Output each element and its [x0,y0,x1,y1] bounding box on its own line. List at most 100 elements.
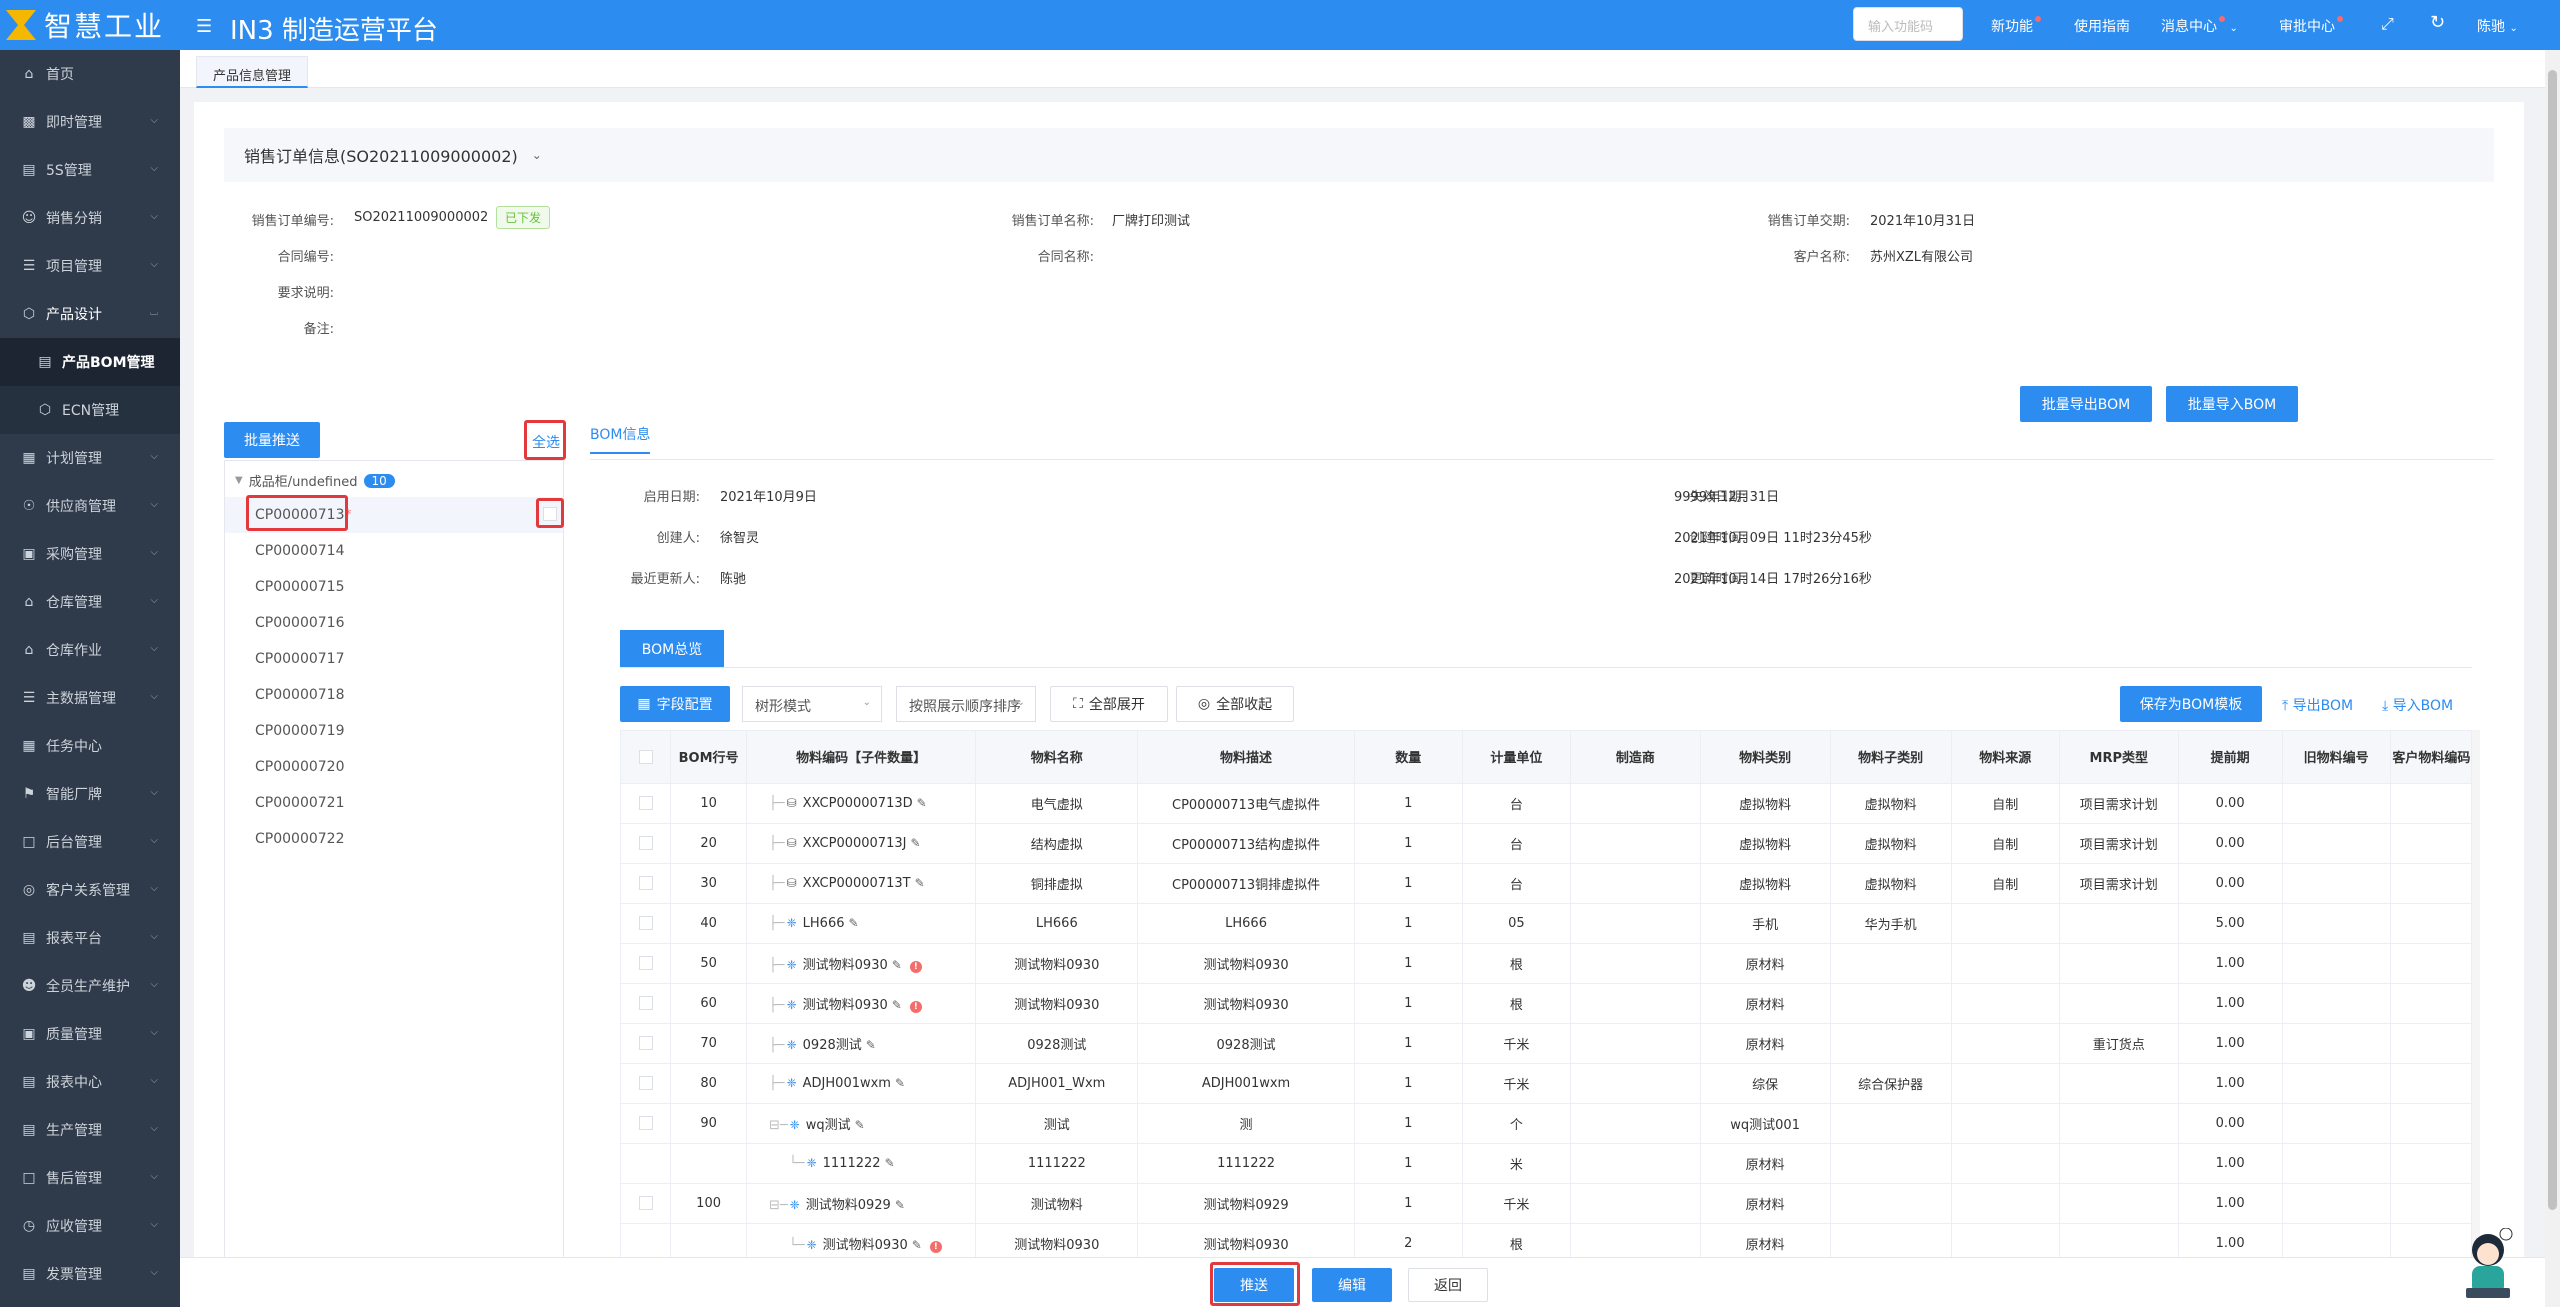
sidebar-item-sales[interactable]: ☺ 销售分销 ⌵ [0,194,180,242]
tree-item[interactable]: CP00000717 [255,651,344,667]
edit-icon[interactable]: ✎ [892,958,902,972]
logo[interactable]: 智慧工业 [0,0,180,50]
collapse-all-button[interactable]: ◎ 全部收起 [1176,686,1294,722]
tree-item[interactable]: CP00000719 [255,723,344,739]
approval-center-link[interactable]: 审批中心 [2279,16,2343,36]
sidebar-item-project[interactable]: ☰ 项目管理 ⌵ [0,242,180,290]
export-bom-link[interactable]: ⤒ 导出BOM [2282,695,2353,715]
tree-item[interactable]: CP00000721 [255,795,344,811]
menu-toggle-icon[interactable]: ☰ [196,16,212,37]
sidebar-item-purchase[interactable]: ▣ 采购管理 ⌵ [0,530,180,578]
collapse-toggle-icon[interactable]: ⊟─ [769,1118,788,1133]
row-checkbox[interactable] [638,996,653,1010]
tree-item[interactable]: CP00000715 [255,579,344,595]
row-checkbox[interactable] [638,836,653,850]
table-row[interactable]: └─ ❈ 测试物料0930 ✎! 测试物料0930 测试物料0930 2 根原材料 1.00 [621,1223,2471,1259]
header-checkbox[interactable] [638,749,653,764]
save-bom-template-button[interactable]: 保存为BOM模板 [2120,686,2262,722]
table-scrollbar[interactable] [2472,730,2480,1260]
edit-icon[interactable]: ✎ [849,916,859,930]
sidebar-item-warehouse-ops[interactable]: ⌂ 仓库作业 ⌵ [0,626,180,674]
function-code-input[interactable]: 输入功能码 [1853,7,1963,41]
edit-icon[interactable]: ✎ [895,1076,905,1090]
tree-item[interactable]: CP00000714 [255,543,344,559]
back-button[interactable]: 返回 [1408,1268,1488,1302]
tree-item[interactable]: CP00000718 [255,687,344,703]
sidebar-item-ecn[interactable]: ⬡ ECN管理 [0,386,180,434]
tree-item[interactable]: CP00000720 [255,759,344,775]
sidebar-item-home[interactable]: ⌂ 首页 [0,50,180,98]
field-config-button[interactable]: ▦ 字段配置 [620,686,730,722]
row-checkbox[interactable] [638,1116,653,1130]
sidebar-item-product-design[interactable]: ⬡ 产品设计 ⌴ [0,290,180,338]
sidebar-item-after-sales[interactable]: □ 售后管理 ⌵ [0,1154,180,1202]
sidebar-item-report-platform[interactable]: ▤ 报表平台 ⌵ [0,914,180,962]
page-scrollbar[interactable] [2545,50,2560,1307]
collapse-toggle-icon[interactable]: ⊟─ [769,1198,788,1213]
table-row[interactable]: 80 ├─ ❈ ADJH001wxm ✎ ADJH001_Wxm ADJH001wxm 1 千米… [621,1063,2471,1104]
row-checkbox[interactable] [638,1036,653,1050]
row-checkbox[interactable] [638,1076,653,1090]
table-row[interactable]: 50 ├─ ❈ 测试物料0930 ✎! 测试物料0930 测试物料0930 1 根原材料 1.00 [621,943,2471,984]
edit-icon[interactable]: ✎ [885,1156,895,1170]
sidebar-item-realtime[interactable]: ▩ 即时管理 ⌵ [0,98,180,146]
expand-all-button[interactable]: ⛶ 全部展开 [1050,686,1168,722]
table-row[interactable]: 90 ⊟─ ❈ wq测试 ✎ 测试测 1 个 wq测试001 0.00 [621,1103,2471,1144]
edit-icon[interactable]: ✎ [912,1238,922,1252]
table-row[interactable]: 100 ⊟─ ❈ 测试物料0929 ✎ 测试物料 测试物料0929 1 千米 原材料 1.00 [621,1183,2471,1224]
tab-bom-info[interactable]: BOM信息 [590,424,651,454]
edit-icon[interactable]: ✎ [915,876,925,890]
mode-select[interactable]: 树形模式 ⌄ [742,686,882,722]
edit-icon[interactable]: ✎ [895,1198,905,1212]
message-center-link[interactable]: 消息中心 ⌄ [2161,16,2238,36]
user-menu[interactable]: 陈驰 ⌄ [2477,16,2518,36]
table-row[interactable]: 60 ├─ ❈ 测试物料0930 ✎! 测试物料0930 测试物料0930 1 根原材料 1.00 [621,983,2471,1024]
edit-icon[interactable]: ✎ [866,1038,876,1052]
tree-root-node[interactable]: ▼ 成品柜/undefined 10 [235,471,395,490]
fullscreen-icon[interactable]: ⤢ [2381,14,2394,34]
sidebar-item-warehouse[interactable]: ⌂ 仓库管理 ⌵ [0,578,180,626]
scroll-thumb[interactable] [2548,70,2557,1210]
edit-button[interactable]: 编辑 [1312,1268,1392,1302]
batch-push-button[interactable]: 批量推送 [224,422,320,458]
table-row[interactable]: └─ ❈ 1111222 ✎ 1111222 1111222 1 米原材料 1.00 [621,1143,2471,1184]
table-row[interactable]: 10 ├─ ⛁ XXCP00000713D ✎ 电气虚拟 CP00000713电气虚拟件 1 台… [621,783,2471,824]
edit-icon[interactable]: ✎ [855,1118,865,1132]
edit-icon[interactable]: ✎ [892,998,902,1012]
sidebar-item-supplier[interactable]: ☉ 供应商管理 ⌵ [0,482,180,530]
sidebar-item-tpm[interactable]: ☻ 全员生产维护 ⌵ [0,962,180,1010]
sidebar-item-master-data[interactable]: ☰ 主数据管理 ⌵ [0,674,180,722]
row-checkbox[interactable] [638,1196,653,1210]
sidebar-item-5s[interactable]: ▤ 5S管理 ⌵ [0,146,180,194]
table-row[interactable]: 20 ├─ ⛁ XXCP00000713J ✎ 结构虚拟 CP00000713结构虚拟件 1 台… [621,823,2471,864]
sidebar-item-task-center[interactable]: ▦ 任务中心 [0,722,180,770]
sidebar-item-receivable[interactable]: ◷ 应收管理 ⌵ [0,1202,180,1250]
sidebar-item-product-bom[interactable]: ▤ 产品BOM管理 [0,338,180,386]
tab-product-info[interactable]: 产品信息管理 [196,56,309,88]
sidebar-item-production[interactable]: ▤ 生产管理 ⌵ [0,1106,180,1154]
batch-import-bom-button[interactable]: 批量导入BOM [2166,386,2298,422]
row-checkbox[interactable] [638,956,653,970]
sidebar-item-backend[interactable]: □ 后台管理 ⌵ [0,818,180,866]
tree-item[interactable]: CP00000716 [255,615,344,631]
sidebar-item-invoice[interactable]: ▤ 发票管理 ⌵ [0,1250,180,1298]
sales-order-section-header[interactable]: 销售订单信息(SO20211009000002) ⌄ [224,128,2494,182]
new-features-link[interactable]: 新功能 [1991,16,2041,36]
select-all-checkbox-cell[interactable] [621,731,672,784]
assistant-avatar[interactable] [2460,1228,2516,1300]
sidebar-item-quality[interactable]: ▣ 质量管理 ⌵ [0,1010,180,1058]
sort-select[interactable]: 按照展示顺序排序 ⌄ [896,686,1036,722]
edit-icon[interactable]: ✎ [910,836,920,850]
edit-icon[interactable]: ✎ [917,796,927,810]
row-checkbox[interactable] [638,916,653,930]
row-checkbox[interactable] [638,796,653,810]
sidebar-item-plan[interactable]: ▦ 计划管理 ⌵ [0,434,180,482]
table-row[interactable]: 40 ├─ ❈ LH666 ✎ LH666 LH666 1 05 手机 华为手机 5.00 [621,903,2471,944]
batch-export-bom-button[interactable]: 批量导出BOM [2020,386,2152,422]
sidebar-item-crm[interactable]: ◎ 客户关系管理 ⌵ [0,866,180,914]
import-bom-link[interactable]: ⤓ 导入BOM [2382,695,2453,715]
table-row[interactable]: 30 ├─ ⛁ XXCP00000713T ✎ 铜排虚拟 CP00000713铜排虚拟件 1 台… [621,863,2471,904]
sidebar-item-smart-badge[interactable]: ⚑ 智能厂牌 ⌵ [0,770,180,818]
row-checkbox[interactable] [638,876,653,890]
user-guide-link[interactable]: 使用指南 [2074,16,2130,36]
